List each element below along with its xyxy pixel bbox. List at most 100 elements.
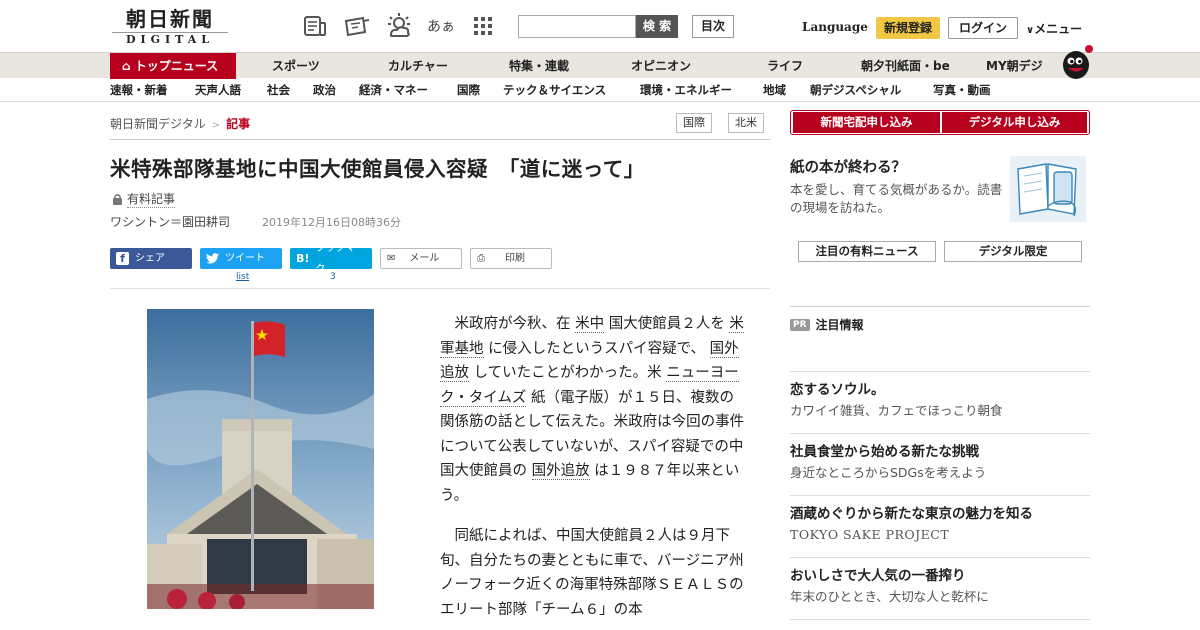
search-input[interactable]: [518, 15, 636, 38]
divider: [790, 619, 1090, 620]
print-button[interactable]: ⎙ 印刷: [470, 248, 552, 269]
twitter-count[interactable]: list: [236, 272, 249, 282]
feature-description: 本を愛し、育てる気概があるか。読書の現場を訪ねた。: [790, 182, 1003, 215]
tag-north-america[interactable]: 北米: [728, 113, 764, 133]
language-link[interactable]: Language: [802, 20, 868, 34]
mail-label: メール: [409, 253, 440, 264]
pr-item-subtitle: カワイイ雑貨、カフェでほっこり朝食: [790, 403, 1003, 418]
pr-heading-label: 注目情報: [815, 318, 864, 332]
nav2-region[interactable]: 地域: [763, 78, 786, 102]
chevron-down-icon: ∨: [1026, 25, 1035, 36]
nav2-special[interactable]: 朝デジスペシャル: [810, 78, 901, 102]
divider: [110, 139, 770, 140]
nav2-society[interactable]: 社会: [267, 78, 290, 102]
logo-en: DIGITAL: [112, 32, 228, 46]
facebook-share-button[interactable]: f シェア: [110, 248, 192, 269]
nav-my-asadigi[interactable]: MY朝デジ: [986, 53, 1043, 79]
index-button[interactable]: 目次: [692, 15, 734, 38]
nav-opinion[interactable]: オピニオン: [631, 53, 691, 79]
nav2-international[interactable]: 国際: [457, 78, 480, 102]
site-header: 朝日新聞 DIGITAL あぁ 検 索 目次 Language 新規登録 ログイ…: [0, 0, 1200, 52]
nav-top-news[interactable]: ⌂ トップニュース: [110, 53, 236, 79]
header-icon-bar: あぁ: [300, 12, 498, 40]
pr-item[interactable]: おいしさで大人気の一番搾り 年末のひととき、大切な人と乾杯に: [790, 557, 1090, 606]
divider: [790, 306, 1090, 307]
nav2-tech[interactable]: テック＆サイエンス: [503, 78, 606, 102]
hatena-icon: B!: [296, 252, 310, 265]
nav-paper[interactable]: 朝夕刊紙面・be: [861, 53, 950, 79]
article-paragraph: 米政府が今秋、在 米中 国大使館員２人を 米軍基地 に侵入したというスパイ容疑で…: [440, 312, 746, 508]
pr-heading: PR 注目情報: [790, 316, 864, 333]
menu-button[interactable]: ∨メニュー: [1026, 20, 1082, 37]
pr-item-title: 酒蔵めぐりから新たな東京の魅力を知る: [790, 506, 1033, 522]
search-button[interactable]: 検 索: [636, 15, 678, 38]
weather-icon[interactable]: [384, 12, 414, 40]
secondary-nav: 速報・新着 天声人語 社会 政治 経済・マネー 国際 テック＆サイエンス 環境・…: [0, 78, 1200, 102]
paper-icon[interactable]: [300, 12, 330, 40]
pr-item[interactable]: 恋するソウル。 カワイイ雑貨、カフェでほっこり朝食: [790, 371, 1090, 420]
breadcrumb-current: 記事: [226, 117, 251, 131]
hatena-count: 3: [330, 272, 336, 282]
home-icon: ⌂: [122, 59, 131, 73]
text: 国大使館員２人を: [608, 316, 725, 332]
nav-life[interactable]: ライフ: [767, 53, 803, 79]
mail-button[interactable]: ✉ メール: [380, 248, 462, 269]
mail-icon: ✉: [387, 253, 396, 264]
feature-title[interactable]: 紙の本が終わる？: [790, 156, 906, 177]
nav2-tenseijingo[interactable]: 天声人語: [195, 78, 241, 102]
nav2-politics[interactable]: 政治: [313, 78, 336, 102]
tag-international[interactable]: 国際: [676, 113, 712, 133]
divider: [110, 288, 770, 289]
article-title: 米特殊部隊基地に中国大使館員侵入容疑 「道に迷って」: [110, 157, 645, 181]
keyword-link[interactable]: 国外追放: [531, 463, 590, 480]
nav2-environment[interactable]: 環境・エネルギー: [640, 78, 732, 102]
nav-top-news-label: トップニュース: [134, 59, 219, 73]
register-button[interactable]: 新規登録: [876, 17, 940, 39]
twitter-share-button[interactable]: ツイート: [200, 248, 282, 269]
paid-article-label[interactable]: 有料記事: [112, 190, 176, 208]
pr-item-subtitle: 身近なところからSDGsを考えよう: [790, 465, 987, 480]
site-logo[interactable]: 朝日新聞 DIGITAL: [112, 8, 228, 46]
logo-jp: 朝日新聞: [126, 7, 214, 31]
breadcrumb: 朝日新聞デジタル > 記事: [110, 115, 250, 132]
breadcrumb-home[interactable]: 朝日新聞デジタル: [110, 117, 206, 131]
nav-culture[interactable]: カルチャー: [388, 53, 448, 79]
login-button[interactable]: ログイン: [948, 17, 1018, 39]
reading-illustration[interactable]: [1008, 154, 1088, 228]
print-icon: ⎙: [477, 253, 485, 264]
pr-item-title: 社員食堂から始める新たな挑戦: [790, 444, 979, 460]
subscribe-digital-button[interactable]: デジタル申し込み: [942, 112, 1087, 133]
digital-icon[interactable]: [342, 12, 372, 40]
pr-item[interactable]: 酒蔵めぐりから新たな東京の魅力を知る TOKYO SAKE PROJECT: [790, 495, 1090, 544]
twitter-icon: [206, 253, 219, 264]
pr-item-subtitle: TOKYO SAKE PROJECT: [790, 527, 950, 542]
pr-item-title: おいしさで大人気の一番搾り: [790, 568, 966, 584]
article-paragraph: 同紙によれば、中国大使館員２人は９月下旬、自分たちの妻とともに車で、バージニア州…: [440, 528, 744, 618]
subscribe-paper-button[interactable]: 新聞宅配申し込み: [793, 112, 940, 133]
twitter-share-label: ツイート: [225, 253, 265, 264]
publish-date: 2019年12月16日08時36分: [262, 216, 401, 229]
furigana-icon[interactable]: あぁ: [426, 12, 456, 40]
nav-features[interactable]: 特集・連載: [509, 53, 569, 79]
keyword-link[interactable]: 米中: [575, 316, 605, 333]
grid-icon[interactable]: [468, 12, 498, 40]
digital-exclusive-button[interactable]: デジタル限定: [944, 241, 1082, 262]
nav-sports[interactable]: スポーツ: [272, 53, 320, 79]
text: していたことがわかった。米: [473, 365, 662, 381]
facebook-icon: f: [116, 252, 129, 265]
menu-label: メニュー: [1034, 22, 1083, 36]
nav2-photo-video[interactable]: 写真・動画: [933, 78, 991, 102]
furigana-label: あぁ: [427, 19, 455, 35]
text: 米政府が今秋、在: [454, 316, 571, 332]
article-body: 米政府が今秋、在 米中 国大使館員２人を 米軍基地 に侵入したというスパイ容疑で…: [440, 312, 746, 630]
pr-item-title: 恋するソウル。: [790, 382, 885, 398]
pr-item[interactable]: 社員食堂から始める新たな挑戦 身近なところからSDGsを考えよう: [790, 433, 1090, 482]
breadcrumb-separator: >: [211, 120, 221, 131]
nav2-economy[interactable]: 経済・マネー: [359, 78, 428, 102]
paid-article-text: 有料記事: [127, 192, 176, 208]
featured-paid-news-button[interactable]: 注目の有料ニュース: [798, 241, 936, 262]
facebook-share-label: シェア: [135, 253, 165, 264]
hatena-bookmark-button[interactable]: B! ブックマーク: [290, 243, 372, 275]
article-photo[interactable]: [147, 309, 374, 609]
nav2-breaking[interactable]: 速報・新着: [110, 78, 168, 102]
